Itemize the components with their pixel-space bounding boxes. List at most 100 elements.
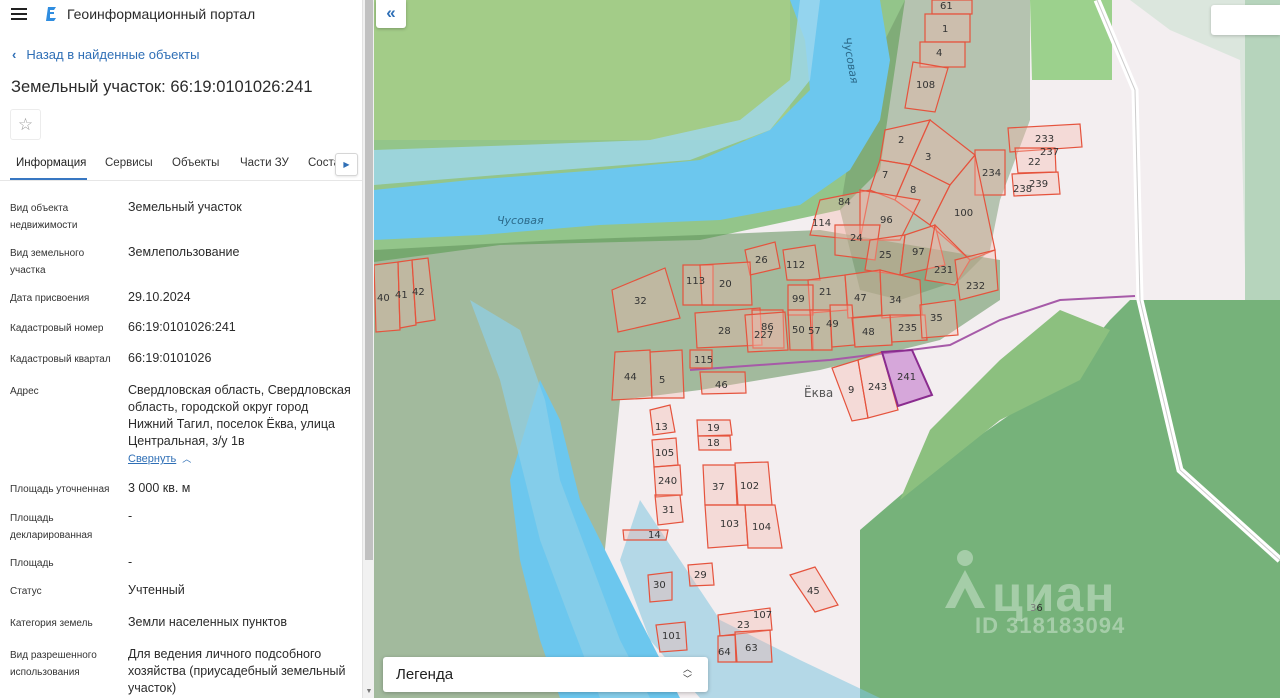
parcel-label-5: 5 <box>659 375 665 386</box>
tab-services[interactable]: Сервисы <box>105 157 153 169</box>
row-label-land-category: Категория земель <box>10 618 93 629</box>
parcel-label-20: 20 <box>719 279 732 290</box>
page-title: Земельный участок: 66:19:0101026:241 <box>11 78 313 96</box>
parcel-label-21: 21 <box>819 287 832 298</box>
parcel-label-103: 103 <box>720 519 739 530</box>
parcel-label-49: 49 <box>826 319 839 330</box>
scrollbar-thumb[interactable] <box>365 0 373 560</box>
chevron-left-icon: ‹ <box>12 47 17 62</box>
parcel-label-4: 4 <box>936 48 942 59</box>
favorite-star-button[interactable]: ☆ <box>10 109 41 140</box>
app-title: Геоинформационный портал <box>67 6 256 22</box>
row-value-land-type: Землепользование <box>128 245 240 259</box>
caret-right-icon: ▶ <box>343 160 350 169</box>
legend-select[interactable]: Легенда ︿ ﹀ <box>383 657 708 692</box>
info-tabs: Информация Сервисы Объекты Части ЗУ Сост… <box>0 148 362 181</box>
back-to-results-link[interactable]: ‹ Назад в найденные объекты <box>12 47 199 62</box>
parcel-label-64: 64 <box>718 647 731 658</box>
parcel-label-23: 23 <box>737 620 750 631</box>
parcel-label-100: 100 <box>954 208 973 219</box>
row-value-address-block: Свердловская область, Свердловская облас… <box>128 382 354 468</box>
parcel-label-1: 1 <box>942 24 948 35</box>
parcel-label-8: 8 <box>910 185 916 196</box>
parcel-label-84: 84 <box>838 197 851 208</box>
row-label-object-type: Вид объекта недвижимости <box>10 203 78 231</box>
parcel-label-48: 48 <box>862 327 875 338</box>
parcel-label-34: 34 <box>889 295 902 306</box>
parcel-label-32: 32 <box>634 296 647 307</box>
tab-information[interactable]: Информация <box>16 157 86 169</box>
parcel-label-31: 31 <box>662 505 675 516</box>
parcel-label-40: 40 <box>377 293 390 304</box>
scroll-down-arrow-icon[interactable]: ▼ <box>365 688 373 696</box>
row-label-land-type: Вид земельного участка <box>10 248 85 276</box>
parcel-label-63: 63 <box>745 643 758 654</box>
parcel-label-28: 28 <box>718 326 731 337</box>
map-view[interactable]: 61 1 4 108 233 237 22 238 239 234 2 3 7 … <box>374 0 1280 698</box>
parcel-label-233: 233 <box>1035 134 1054 145</box>
collapse-link-label: Свернуть <box>128 453 177 465</box>
star-icon: ☆ <box>17 115 34 134</box>
parcel-label-101: 101 <box>662 631 681 642</box>
row-label-area-specified: Площадь уточненная <box>10 484 110 495</box>
row-value-area-specified: 3 000 кв. м <box>128 481 191 495</box>
parcel-label-37: 37 <box>712 482 725 493</box>
row-value-object-type: Земельный участок <box>128 200 242 214</box>
row-value-cadastral-quarter: 66:19:0101026 <box>128 351 212 365</box>
active-tab-indicator <box>10 178 87 180</box>
parcel-label-30: 30 <box>653 580 666 591</box>
parcel-label-22: 22 <box>1028 157 1041 168</box>
parcel-label-50: 50 <box>792 325 805 336</box>
row-value-address: Свердловская область, Свердловская облас… <box>128 383 351 448</box>
map-search-input[interactable] <box>1211 5 1280 35</box>
tabs-scroll-right-button[interactable]: ▶ <box>335 153 358 176</box>
parcel-label-41: 41 <box>395 290 408 301</box>
chevron-up-icon: ︿ <box>182 454 192 464</box>
parcel-label-104: 104 <box>752 522 771 533</box>
parcel-label-107: 107 <box>753 610 772 621</box>
parcel-label-105: 105 <box>655 448 674 459</box>
panel-scrollbar[interactable]: ▼ <box>362 0 374 698</box>
watermark-id: ID 318183094 <box>975 613 1126 638</box>
tab-objects[interactable]: Объекты <box>172 157 219 169</box>
app-header: Геоинформационный портал <box>0 0 362 30</box>
parcel-label-42: 42 <box>412 287 425 298</box>
parcel-label-61: 61 <box>940 1 953 12</box>
parcel-label-108: 108 <box>916 80 935 91</box>
row-label-cadastral-quarter: Кадастровый квартал <box>10 354 111 365</box>
row-label-area: Площадь <box>10 558 54 569</box>
parcel-label-44: 44 <box>624 372 637 383</box>
row-label-address: Адрес <box>10 386 39 397</box>
parcel-label-113: 113 <box>686 276 705 287</box>
portal-logo-icon <box>46 7 56 21</box>
parcel-label-9: 9 <box>848 385 854 396</box>
collapse-address-link[interactable]: Свернуть ︿ <box>128 451 354 468</box>
row-label-date: Дата присвоения <box>10 293 90 304</box>
parcel-label-24: 24 <box>850 233 863 244</box>
parcel-label-234: 234 <box>982 168 1001 179</box>
field-area <box>374 0 790 140</box>
parcel-label-231: 231 <box>934 265 953 276</box>
double-chevron-left-icon: « <box>386 3 396 22</box>
collapse-panel-button[interactable]: « <box>376 0 406 28</box>
row-label-permitted-use: Вид разрешенного использования <box>10 650 97 678</box>
parcel-label-3: 3 <box>925 152 931 163</box>
parcel-label-235: 235 <box>898 323 917 334</box>
parcel-label-102: 102 <box>740 481 759 492</box>
parcel-label-99: 99 <box>792 294 805 305</box>
menu-icon[interactable] <box>11 8 27 21</box>
parcel-label-237: 237 <box>1040 147 1059 158</box>
updown-chevron-icon: ︿ ﹀ <box>682 664 692 684</box>
village-label: Ёква <box>804 385 833 400</box>
parcel-label-18: 18 <box>707 438 720 449</box>
row-value-permitted-use: Для ведения личного подсобного хозяйства… <box>128 647 346 695</box>
map-canvas: 61 1 4 108 233 237 22 238 239 234 2 3 7 … <box>374 0 1280 698</box>
row-value-status: Учтенный <box>128 583 185 597</box>
parcel-label-239: 239 <box>1029 179 1048 190</box>
object-info-panel: Геоинформационный портал ‹ Назад в найден… <box>0 0 362 698</box>
back-link-label: Назад в найденные объекты <box>26 47 200 62</box>
parcel-label-241: 241 <box>897 372 916 383</box>
parcel-label-26: 26 <box>755 255 768 266</box>
tab-parts[interactable]: Части ЗУ <box>240 157 289 169</box>
parcel-label-2: 2 <box>898 135 904 146</box>
